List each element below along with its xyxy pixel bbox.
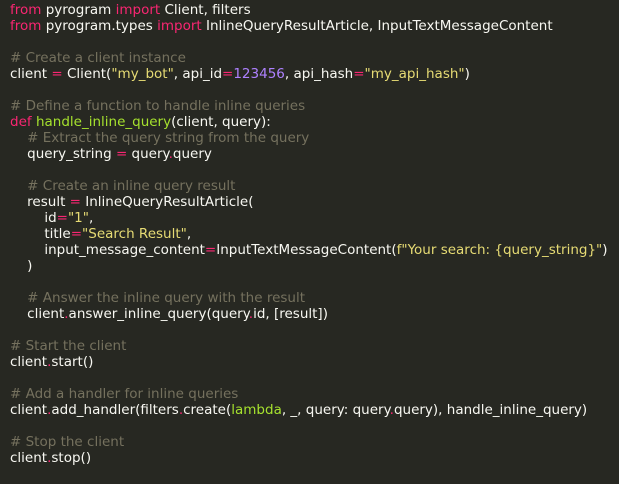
code-token: "my_api_hash"	[364, 66, 465, 82]
code-token: query_string	[10, 146, 116, 162]
code-token: )	[602, 242, 608, 258]
code-token: # Create a client instance	[10, 50, 186, 66]
code-line: )	[10, 258, 619, 274]
code-token: # Start the client	[10, 338, 127, 354]
code-editor[interactable]: from pyrogram import Client, filters from…	[0, 0, 619, 484]
code-token: id, [result])	[253, 306, 328, 322]
code-line: client = Client("my_bot", api_id=123456,…	[10, 66, 619, 82]
code-token: query	[172, 146, 212, 162]
code-token: InlineQueryResultArticle, InputTextMessa…	[201, 18, 553, 34]
code-token: =	[69, 194, 81, 210]
code-token: client	[10, 306, 65, 322]
code-line: title="Search Result",	[10, 226, 619, 242]
code-token: client	[10, 66, 52, 82]
code-line: client.start()	[10, 354, 619, 370]
code-line: query_string = query.query	[10, 146, 619, 162]
code-token: InlineQueryResultArticle(	[80, 194, 254, 210]
code-token: from	[10, 2, 42, 18]
code-token: )	[464, 66, 470, 82]
code-token: , api_hash	[284, 66, 354, 82]
code-token: # Stop the client	[10, 434, 125, 450]
code-token: query	[127, 146, 169, 162]
code-token: from	[10, 18, 42, 34]
code-token: result	[10, 194, 70, 210]
code-token: 123456	[233, 66, 285, 82]
code-token: query), handle_inline_query)	[393, 402, 588, 418]
code-token: =	[353, 66, 365, 82]
code-token: lambda	[231, 402, 282, 418]
code-line: client.answer_inline_query(query.id, [re…	[10, 306, 619, 322]
code-token: import	[115, 2, 161, 18]
code-token: add_handler(filters	[51, 402, 179, 418]
code-token: # Define a function to handle inline que…	[10, 98, 306, 114]
code-token: create(	[183, 402, 232, 418]
code-token: =	[56, 210, 68, 226]
code-token: "Search Result"	[82, 226, 187, 242]
code-token: pyrogram.types	[41, 18, 158, 34]
code-token: client	[10, 354, 48, 370]
code-token: "my_bot"	[111, 66, 174, 82]
code-token: ,	[88, 210, 94, 226]
code-line: # Create an inline query result	[10, 178, 619, 194]
code-token: (client, query):	[171, 114, 271, 130]
code-line: client.stop()	[10, 450, 619, 466]
code-line: # Extract the query string from the quer…	[10, 130, 619, 146]
code-token: Client(	[62, 66, 112, 82]
code-line: id="1",	[10, 210, 619, 226]
code-line: client.add_handler(filters.create(lambda…	[10, 402, 619, 418]
code-token: # Answer the inline query with the resul…	[27, 290, 306, 306]
code-line: # Add a handler for inline queries	[10, 386, 619, 402]
code-token: client	[10, 402, 48, 418]
code-line: result = InlineQueryResultArticle(	[10, 194, 619, 210]
code-token: =	[222, 66, 234, 82]
code-token: pyrogram	[41, 2, 116, 18]
code-token: import	[157, 18, 202, 34]
code-line: from pyrogram.types import InlineQueryRe…	[10, 18, 619, 34]
code-token: def	[10, 114, 32, 130]
code-line: # Stop the client	[10, 434, 619, 450]
code-token: Client, filters	[160, 2, 251, 18]
code-token: id	[10, 210, 57, 226]
code-token: InputTextMessageContent(	[216, 242, 397, 258]
code-token: input_message_content	[10, 242, 205, 258]
code-token: , api_id	[173, 66, 223, 82]
code-token: # Create an inline query result	[27, 178, 236, 194]
code-token: # Extract the query string from the quer…	[27, 130, 310, 146]
code-token: client	[10, 450, 48, 466]
code-token: title	[10, 226, 71, 242]
code-line: # Create a client instance	[10, 50, 619, 66]
code-token: =	[51, 66, 63, 82]
code-token: start()	[51, 354, 94, 370]
code-token: =	[70, 226, 83, 242]
code-token: ,	[186, 226, 192, 242]
code-line: def handle_inline_query(client, query):	[10, 114, 619, 130]
code-token: handle_inline_query	[35, 114, 172, 130]
code-line: input_message_content=InputTextMessageCo…	[10, 242, 619, 258]
code-token: )	[10, 258, 33, 274]
code-token: =	[204, 242, 217, 258]
code-line: # Define a function to handle inline que…	[10, 98, 619, 114]
code-token: "1"	[67, 210, 89, 226]
code-token: f"Your search: {query_string}"	[396, 242, 603, 258]
code-token: =	[115, 146, 128, 162]
code-token: stop()	[51, 450, 92, 466]
code-token: , _, query: query	[281, 402, 390, 418]
code-line: # Answer the inline query with the resul…	[10, 290, 619, 306]
code-token: answer_inline_query(query	[68, 306, 249, 322]
code-line: # Start the client	[10, 338, 619, 354]
code-token: # Add a handler for inline queries	[10, 386, 239, 402]
code-line: from pyrogram import Client, filters	[10, 2, 619, 18]
